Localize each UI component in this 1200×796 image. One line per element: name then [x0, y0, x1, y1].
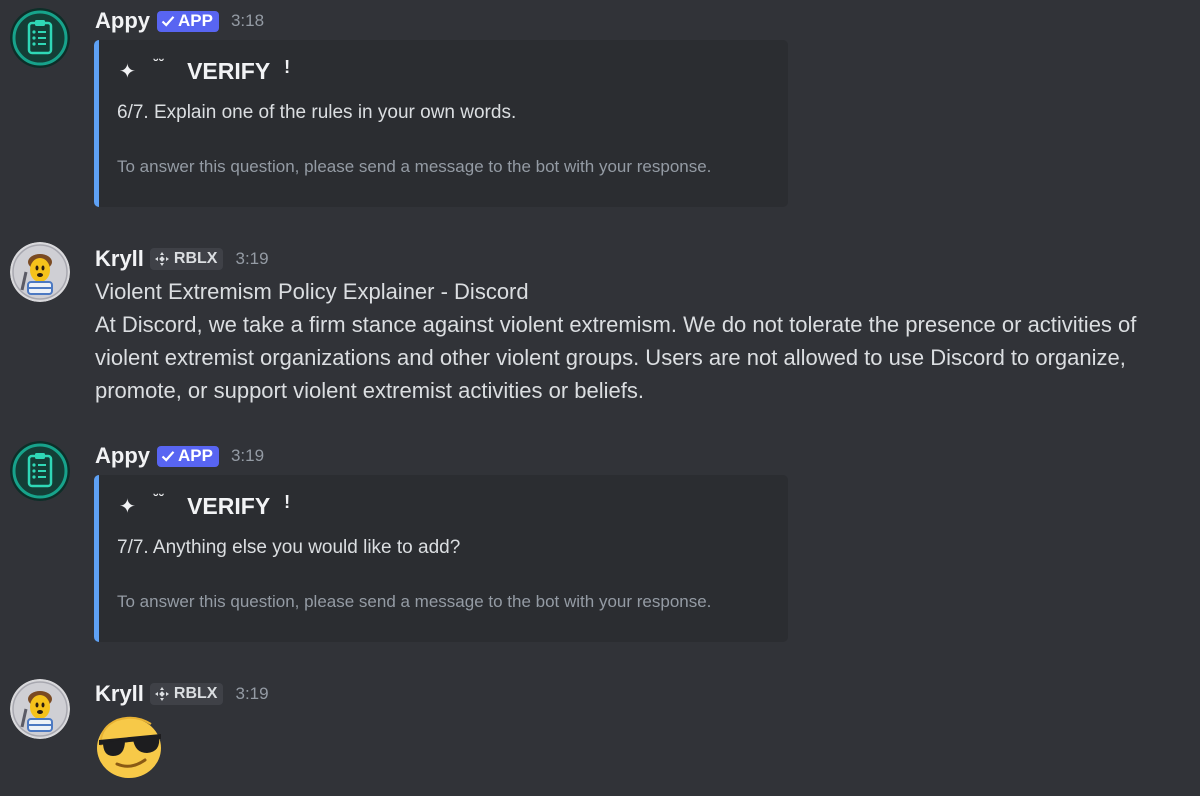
timestamp[interactable]: 3:19	[235, 684, 268, 704]
username[interactable]: Kryll	[95, 246, 144, 272]
message-header: Appy APP 3:18	[95, 8, 264, 34]
embed-description: 6/7. Explain one of the rules in your ow…	[117, 102, 517, 123]
role-badge[interactable]: RBLX	[149, 683, 224, 705]
appy-avatar[interactable]	[10, 441, 70, 501]
diamond-arrows-icon	[154, 252, 169, 266]
message-header: Appy APP 3:19	[95, 443, 264, 469]
verify-embed: ✦ ˘˘ VERIFY ! 7/7. Anything else you wou…	[94, 475, 788, 642]
kaomoji: ˘˘	[153, 490, 166, 507]
app-badge: APP	[157, 10, 219, 32]
appy-avatar[interactable]	[10, 8, 70, 68]
timestamp[interactable]: 3:18	[231, 11, 264, 31]
checkmark-icon	[161, 451, 175, 462]
message-content: Violent Extremism Policy Explainer - Dis…	[95, 275, 1195, 407]
username[interactable]: Kryll	[95, 681, 144, 707]
diamond-arrows-icon	[154, 687, 169, 701]
kryll-avatar[interactable]	[10, 242, 70, 302]
message-line: violent extremist organizations and othe…	[95, 345, 1126, 370]
message-header: Kryll RBLX 3:19	[95, 246, 269, 272]
exclamation: !	[284, 492, 291, 512]
message-line: At Discord, we take a firm stance agains…	[95, 312, 1137, 337]
app-badge-label: APP	[178, 446, 213, 465]
clipboard-checklist-icon	[10, 441, 70, 501]
app-badge-label: APP	[178, 11, 213, 30]
sunglasses-emoji[interactable]	[95, 712, 167, 785]
app-badge: APP	[157, 445, 219, 467]
embed-footer: To answer this question, please send a m…	[117, 157, 712, 176]
timestamp[interactable]: 3:19	[235, 249, 268, 269]
username[interactable]: Appy	[95, 443, 150, 469]
timestamp[interactable]: 3:19	[231, 446, 264, 466]
embed-title: ✦ ˘˘ VERIFY !	[119, 490, 291, 520]
username[interactable]: Appy	[95, 8, 150, 34]
verify-embed: ✦ ˘˘ VERIFY ! 6/7. Explain one of the ru…	[94, 40, 788, 207]
sunglasses-emoji-icon	[97, 716, 161, 778]
role-badge-label: RBLX	[173, 685, 218, 702]
checkmark-icon	[161, 16, 175, 27]
message-header: Kryll RBLX 3:19	[95, 681, 269, 707]
role-badge[interactable]: RBLX	[149, 248, 224, 270]
embed-footer: To answer this question, please send a m…	[117, 592, 712, 611]
message-line: promote, or support violent extremist ac…	[95, 378, 645, 403]
embed-description: 7/7. Anything else you would like to add…	[117, 537, 461, 558]
embed-title-text: VERIFY	[187, 58, 271, 84]
clipboard-checklist-icon	[10, 8, 70, 68]
kryll-avatar[interactable]	[10, 679, 70, 739]
kaomoji: ˘˘	[153, 55, 166, 72]
exclamation: !	[284, 57, 291, 77]
role-badge-label: RBLX	[173, 250, 218, 267]
cartoon-character-avatar	[10, 242, 70, 302]
message-line: Violent Extremism Policy Explainer - Dis…	[95, 279, 529, 304]
cartoon-character-avatar	[10, 679, 70, 739]
sparkle-icon: ✦	[119, 61, 136, 83]
embed-title-text: VERIFY	[187, 493, 271, 519]
embed-title: ✦ ˘˘ VERIFY !	[119, 55, 291, 85]
sparkle-icon: ✦	[119, 496, 136, 518]
